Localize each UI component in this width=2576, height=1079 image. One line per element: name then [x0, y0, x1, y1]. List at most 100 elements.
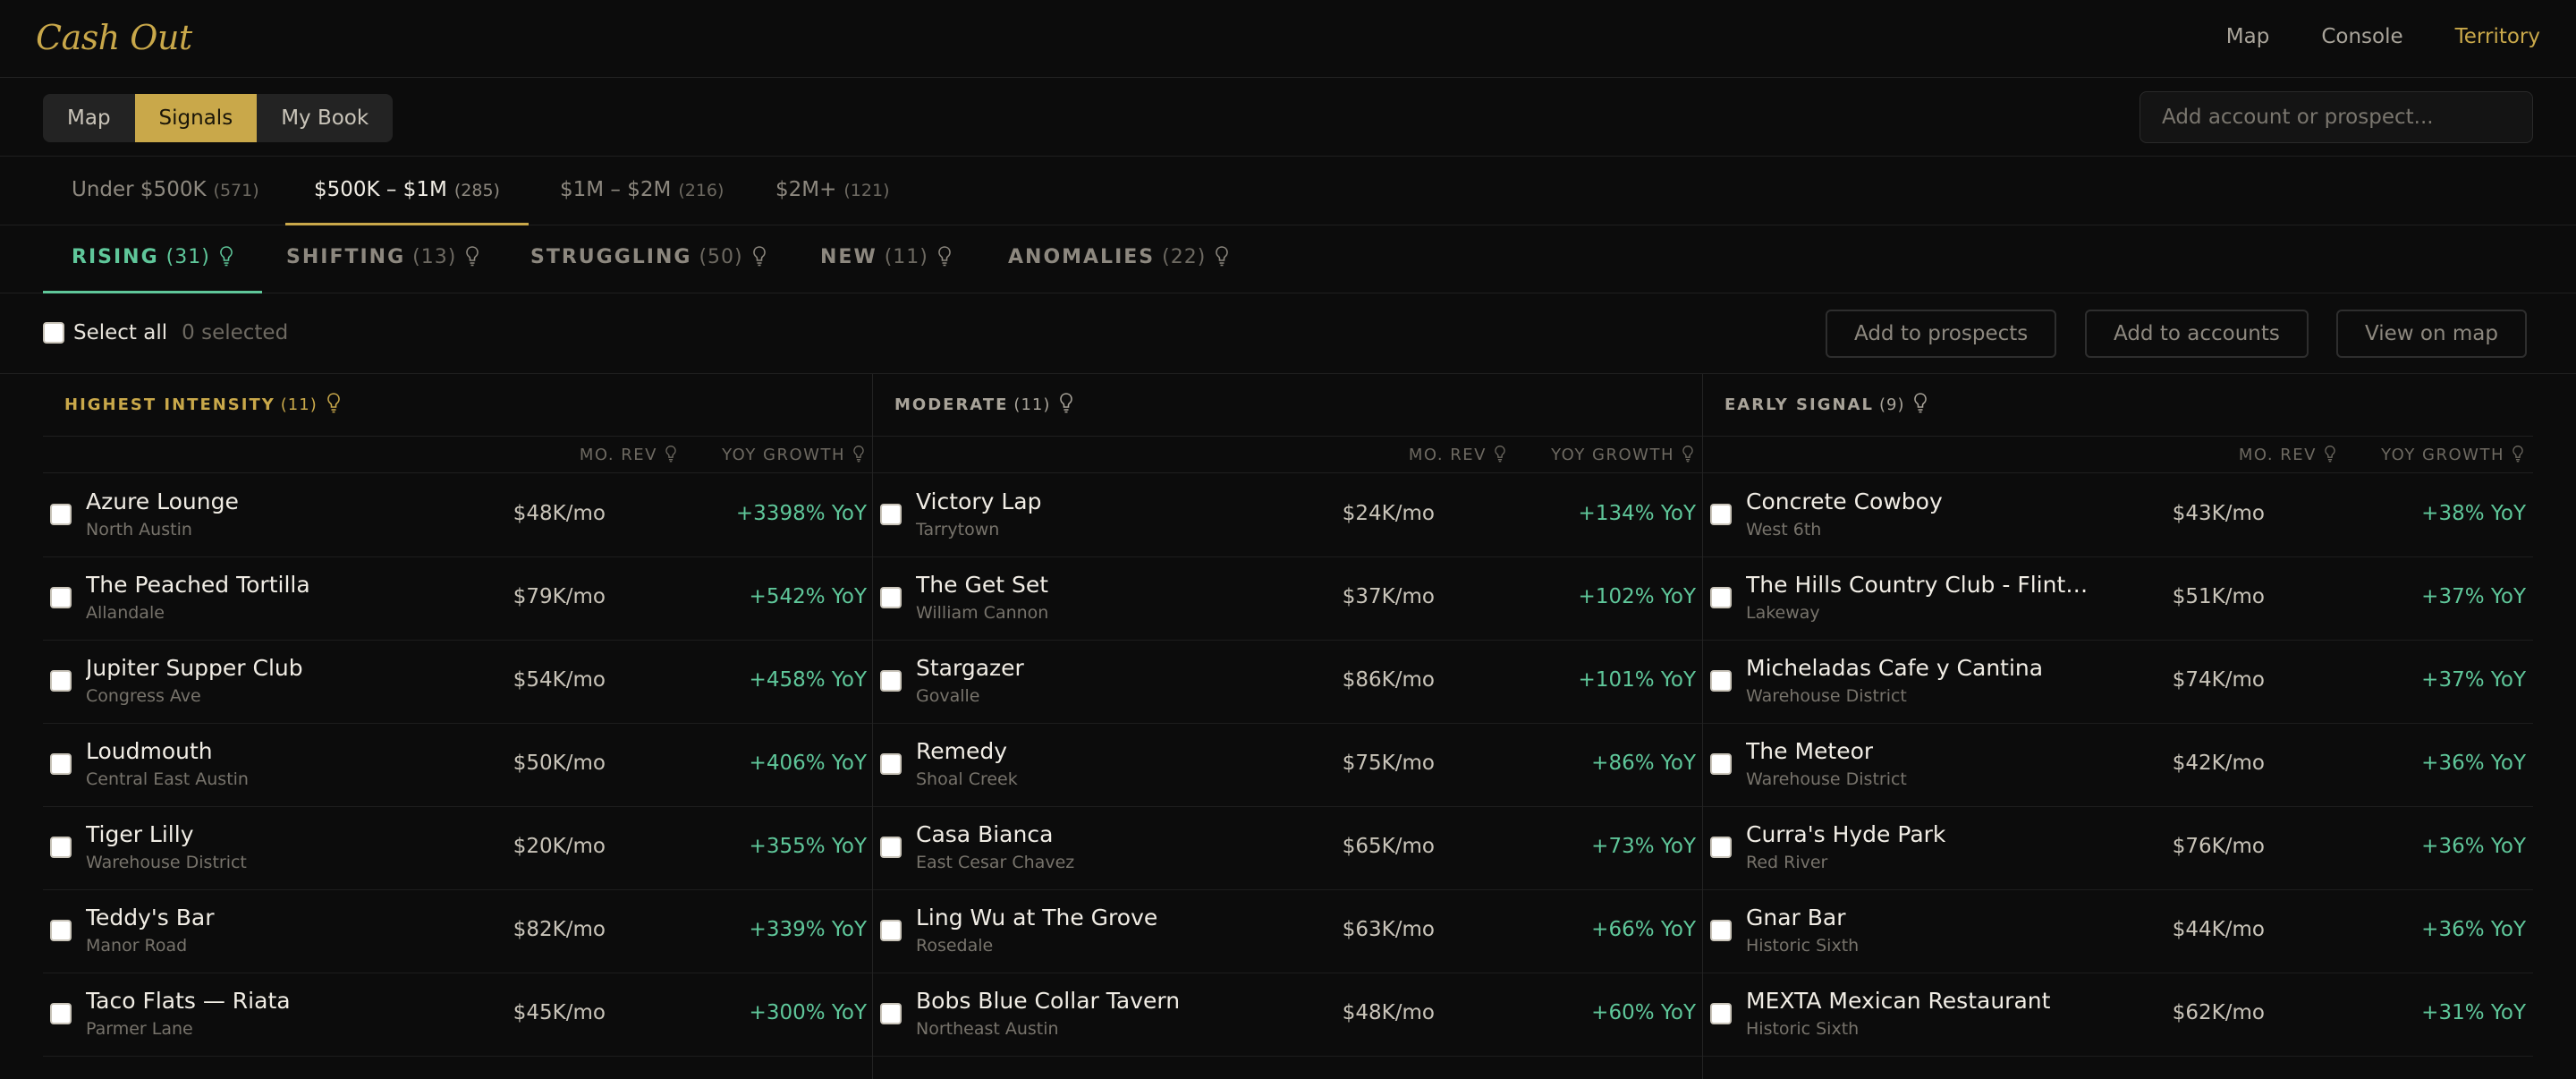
row-checkbox[interactable]: [50, 504, 72, 525]
table-row[interactable]: Taco Flats — Riata Parmer Lane $45K/mo +300…: [43, 973, 874, 1057]
account-name[interactable]: Gnar Bar: [1746, 905, 1846, 930]
account-name[interactable]: Stargazer: [916, 655, 1024, 681]
view-signals-button[interactable]: Signals: [134, 94, 258, 142]
lightbulb-icon[interactable]: [465, 245, 479, 267]
table-row[interactable]: Casa Bianca East Cesar Chavez $65K/mo +73% …: [873, 807, 1703, 890]
table-row[interactable]: Azure Lounge North Austin $48K/mo +3398% Yo…: [43, 474, 874, 557]
account-name[interactable]: Teddy's Bar: [86, 905, 215, 930]
tab-500k-1m[interactable]: $500K – $1M (285): [285, 157, 529, 225]
table-row[interactable]: Remedy Shoal Creek $75K/mo +86% YoY: [873, 724, 1703, 807]
yoy-header[interactable]: YOY GROWTH: [1551, 445, 1694, 464]
tab-1m-2m[interactable]: $1M – $2M (216): [531, 157, 752, 225]
select-all[interactable]: Select all 0 selected: [43, 321, 288, 344]
row-checkbox[interactable]: [880, 920, 902, 941]
nav-territory[interactable]: Territory: [2455, 25, 2540, 48]
rev-header[interactable]: MO. REV: [1409, 445, 1506, 464]
view-map-button[interactable]: Map: [43, 94, 135, 142]
nav-map[interactable]: Map: [2226, 25, 2270, 48]
row-checkbox[interactable]: [1710, 504, 1732, 525]
view-on-map-button[interactable]: View on map: [2336, 310, 2527, 358]
account-name[interactable]: Remedy: [916, 738, 1007, 764]
lightbulb-icon[interactable]: [1215, 245, 1229, 267]
table-row[interactable]: Tiger Lilly Warehouse District $20K/mo +355…: [43, 807, 874, 890]
account-name[interactable]: Casa Bianca: [916, 821, 1053, 847]
table-row[interactable]: The Hills Country Club - Flintro... Lakew…: [1703, 557, 2533, 641]
tab-under-500k[interactable]: Under $500K (571): [43, 157, 288, 225]
tab-struggling[interactable]: STRUGGLING (50): [502, 225, 795, 293]
lightbulb-icon[interactable]: [1913, 392, 1928, 413]
account-name[interactable]: Tiger Lilly: [86, 821, 193, 847]
account-name[interactable]: Taco Flats — Riata: [86, 988, 291, 1014]
account-name[interactable]: Azure Lounge: [86, 489, 239, 514]
nav-console[interactable]: Console: [2321, 25, 2402, 48]
table-row[interactable]: The Meteor Warehouse District $42K/mo +36% …: [1703, 724, 2533, 807]
lightbulb-icon[interactable]: [219, 245, 233, 267]
yoy-header[interactable]: YOY GROWTH: [722, 445, 865, 464]
table-row[interactable]: Ling Wu at The Grove Rosedale $63K/mo +66% …: [873, 890, 1703, 973]
table-row[interactable]: Concrete Cowboy West 6th $43K/mo +38% YoY: [1703, 474, 2533, 557]
lightbulb-icon[interactable]: [752, 245, 767, 267]
monthly-revenue: $48K/mo: [1342, 1001, 1435, 1024]
tab-shifting[interactable]: SHIFTING (13): [258, 225, 508, 293]
row-checkbox[interactable]: [50, 587, 72, 608]
lightbulb-icon[interactable]: [937, 245, 952, 267]
table-row[interactable]: Teddy's Bar Manor Road $82K/mo +339% YoY: [43, 890, 874, 973]
rev-header[interactable]: MO. REV: [2239, 445, 2336, 464]
row-checkbox[interactable]: [50, 670, 72, 692]
table-row[interactable]: MEXTA Mexican Restaurant Historic Sixth $6…: [1703, 973, 2533, 1057]
row-checkbox[interactable]: [1710, 837, 1732, 858]
account-name[interactable]: Loudmouth: [86, 738, 213, 764]
table-row[interactable]: Gnar Bar Historic Sixth $44K/mo +36% YoY: [1703, 890, 2533, 973]
account-name[interactable]: Micheladas Cafe y Cantina: [1746, 655, 2043, 681]
tab-2m-plus[interactable]: $2M+ (121): [747, 157, 918, 225]
table-row[interactable]: The Peached Tortilla Allandale $79K/mo +542…: [43, 557, 874, 641]
select-all-checkbox[interactable]: [43, 322, 64, 344]
account-name[interactable]: Bobs Blue Collar Tavern: [916, 988, 1180, 1014]
row-checkbox[interactable]: [880, 1003, 902, 1024]
table-row[interactable]: Jupiter Supper Club Congress Ave $54K/mo +4…: [43, 641, 874, 724]
row-checkbox[interactable]: [1710, 587, 1732, 608]
table-row[interactable]: Loudmouth Central East Austin $50K/mo +406%…: [43, 724, 874, 807]
view-my-book-button[interactable]: My Book: [257, 94, 393, 142]
account-name[interactable]: Concrete Cowboy: [1746, 489, 1943, 514]
tab-rising[interactable]: RISING (31): [43, 225, 262, 293]
row-checkbox[interactable]: [50, 837, 72, 858]
row-checkbox[interactable]: [880, 670, 902, 692]
row-checkbox[interactable]: [880, 753, 902, 775]
search-input[interactable]: [2140, 91, 2533, 143]
row-checkbox[interactable]: [880, 837, 902, 858]
table-row[interactable]: Micheladas Cafe y Cantina Warehouse Distr…: [1703, 641, 2533, 724]
add-to-accounts-button[interactable]: Add to accounts: [2085, 310, 2309, 358]
account-name[interactable]: Curra's Hyde Park: [1746, 821, 1945, 847]
account-name[interactable]: Ling Wu at The Grove: [916, 905, 1157, 930]
row-checkbox[interactable]: [1710, 1003, 1732, 1024]
account-name[interactable]: The Get Set: [916, 572, 1048, 598]
row-checkbox[interactable]: [880, 504, 902, 525]
account-name[interactable]: Victory Lap: [916, 489, 1041, 514]
account-name[interactable]: MEXTA Mexican Restaurant: [1746, 988, 2050, 1014]
yoy-header[interactable]: YOY GROWTH: [2381, 445, 2524, 464]
table-row[interactable]: Stargazer Govalle $86K/mo +101% YoY: [873, 641, 1703, 724]
row-checkbox[interactable]: [1710, 753, 1732, 775]
row-checkbox[interactable]: [1710, 670, 1732, 692]
account-name[interactable]: The Hills Country Club - Flintro...: [1746, 572, 2095, 598]
table-row[interactable]: The Get Set William Cannon $37K/mo +102% Yo…: [873, 557, 1703, 641]
row-checkbox[interactable]: [880, 587, 902, 608]
table-row[interactable]: Curra's Hyde Park Red River $76K/mo +36% Yo…: [1703, 807, 2533, 890]
row-checkbox[interactable]: [50, 753, 72, 775]
account-name[interactable]: Jupiter Supper Club: [86, 655, 303, 681]
account-name[interactable]: The Meteor: [1746, 738, 1873, 764]
add-to-prospects-button[interactable]: Add to prospects: [1826, 310, 2057, 358]
table-row[interactable]: Bobs Blue Collar Tavern Northeast Austin $…: [873, 973, 1703, 1057]
tab-anomalies[interactable]: ANOMALIES (22): [979, 225, 1258, 293]
table-row[interactable]: Victory Lap Tarrytown $24K/mo +134% YoY: [873, 474, 1703, 557]
rev-header[interactable]: MO. REV: [580, 445, 677, 464]
app-title[interactable]: Cash Out: [36, 18, 192, 57]
lightbulb-icon[interactable]: [1059, 392, 1073, 413]
lightbulb-icon[interactable]: [326, 392, 341, 413]
row-checkbox[interactable]: [1710, 920, 1732, 941]
row-checkbox[interactable]: [50, 1003, 72, 1024]
tab-new[interactable]: NEW (11): [792, 225, 980, 293]
row-checkbox[interactable]: [50, 920, 72, 941]
account-name[interactable]: The Peached Tortilla: [86, 572, 310, 598]
